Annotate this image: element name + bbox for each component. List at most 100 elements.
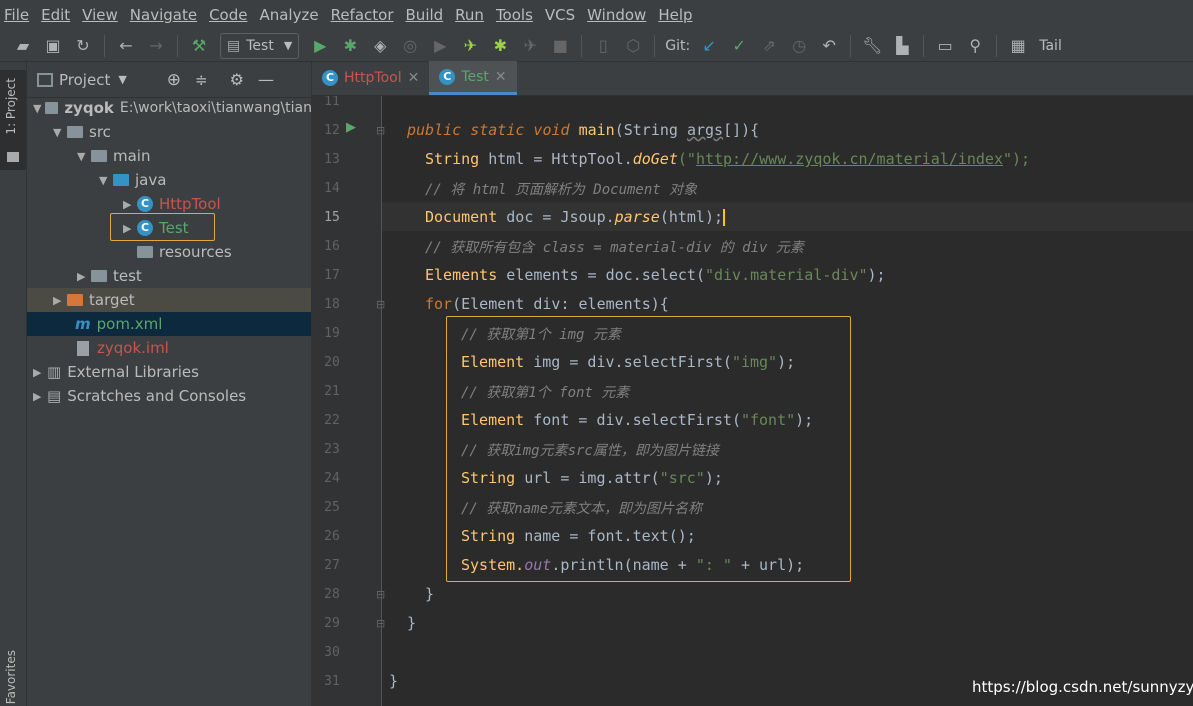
code-call: parse (614, 208, 660, 226)
git-history-icon[interactable]: ◷ (784, 33, 814, 59)
back-icon[interactable]: ← (111, 33, 141, 59)
fold-marker-icon[interactable]: ⊟ (376, 588, 385, 601)
git-rollback-icon[interactable]: ↶ (814, 33, 844, 59)
line-number: 27 (324, 558, 340, 573)
menu-run[interactable]: Run (455, 6, 484, 24)
line-number: 28 (324, 587, 340, 602)
jrebel-debug-icon[interactable]: ✱ (485, 33, 515, 59)
left-tool-strip: 1: Project Favorites (0, 62, 27, 706)
fold-marker-icon[interactable]: ⊟ (376, 617, 385, 630)
tree-item-resources[interactable]: resources (27, 240, 311, 264)
folder-icon (91, 270, 107, 282)
tree-item-scratches[interactable]: ▶ ▤ Scratches and Consoles (27, 384, 311, 408)
line-number: 18 (324, 297, 340, 312)
code-call: select (641, 266, 696, 284)
project-panel: Project ▼ ⊕ ≑ ⚙ — ▼ zyqok E:\work\taoxi\… (27, 62, 312, 706)
folder-icon (67, 126, 83, 138)
minimize-icon[interactable]: — (258, 70, 274, 89)
line-number: 29 (324, 616, 340, 631)
update-icon[interactable]: ▯ (588, 33, 618, 59)
tree-item-zyqok[interactable]: ▼ zyqok E:\work\taoxi\tianwang\tian (27, 96, 311, 120)
chevron-down-icon[interactable]: ▼ (118, 73, 126, 86)
tab-label: HttpTool (344, 70, 402, 86)
text-caret (723, 209, 726, 226)
menu-navigate[interactable]: Navigate (130, 6, 197, 24)
sync-icon[interactable]: ↻ (68, 33, 98, 59)
menu-help[interactable]: Help (658, 6, 692, 24)
close-icon[interactable]: ✕ (495, 69, 507, 85)
tree-item-iml[interactable]: zyqok.iml (27, 336, 311, 360)
code-line: Document doc = Jsoup.parse(html); (425, 208, 726, 226)
excluded-folder-icon (67, 294, 83, 306)
open-folder-icon[interactable]: ▰ (8, 33, 38, 59)
menu-edit[interactable]: Edit (41, 6, 70, 24)
menu-analyze[interactable]: Analyze (259, 6, 318, 24)
structure-icon[interactable]: ▦ (1003, 33, 1033, 59)
collapse-all-icon[interactable]: ≑ (195, 71, 208, 89)
project-tool-tab[interactable]: 1: Project (0, 70, 26, 170)
line-number: 22 (324, 413, 340, 428)
menu-tools[interactable]: Tools (496, 6, 533, 24)
search-icon[interactable]: ⚲ (960, 33, 990, 59)
tree-item-pom[interactable]: m pom.xml (27, 312, 311, 336)
coverage-icon[interactable]: ◈ (365, 33, 395, 59)
run-configuration-select[interactable]: ▤ Test ▼ (220, 32, 300, 59)
menu-view[interactable]: View (82, 6, 118, 24)
menu-vcs[interactable]: VCS (545, 6, 575, 24)
close-icon[interactable]: ✕ (408, 70, 420, 86)
tail-button[interactable]: Tail (1039, 38, 1062, 54)
tab-test[interactable]: C Test ✕ (429, 61, 517, 95)
tree-item-java[interactable]: ▼ java (27, 168, 311, 192)
jrebel-run-icon[interactable]: ✈ (455, 33, 485, 59)
debug-icon[interactable]: ✱ (335, 33, 365, 59)
tree-item-external-libraries[interactable]: ▶ ▥ External Libraries (27, 360, 311, 384)
tree-item-main[interactable]: ▼ main (27, 144, 311, 168)
git-push-icon[interactable]: ⇗ (754, 33, 784, 59)
attach-icon[interactable]: ⬡ (618, 33, 648, 59)
build-hammer-icon[interactable]: ⚒ (184, 33, 214, 59)
menu-build[interactable]: Build (406, 6, 444, 24)
locate-icon[interactable]: ⊕ (167, 70, 181, 90)
menu-file[interactable]: File (4, 6, 29, 24)
save-icon[interactable]: ▣ (38, 33, 68, 59)
line-number: 26 (324, 529, 340, 544)
menu-refactor[interactable]: Refactor (331, 6, 394, 24)
run-icon[interactable]: ▶ (305, 33, 335, 59)
jrebel-inactive-icon[interactable]: ✈ (515, 33, 545, 59)
terminal-icon[interactable]: ▭ (930, 33, 960, 59)
forward-icon[interactable]: → (141, 33, 171, 59)
tree-item-label: HttpTool (159, 195, 221, 213)
tree-item-src[interactable]: ▼ src (27, 120, 311, 144)
code-text: ( (695, 266, 705, 284)
settings-wrench-icon[interactable]: 🔧︎ (857, 33, 887, 59)
stop-icon[interactable]: ■ (545, 33, 575, 59)
git-commit-icon[interactable]: ✓ (724, 33, 754, 59)
tree-item-target[interactable]: ▶ target (27, 288, 311, 312)
toolbar-separator (996, 34, 998, 57)
tree-item-test-folder[interactable]: ▶ test (27, 264, 311, 288)
code-type: String (425, 150, 480, 168)
code-type: Document (425, 208, 498, 226)
favorites-tool-label[interactable]: Favorites (4, 650, 18, 704)
run-disabled-icon[interactable]: ▶ (425, 33, 455, 59)
fold-marker-icon[interactable]: ⊟ (376, 124, 385, 137)
code-url-link[interactable]: http://www.zyqok.cn/material/index (696, 150, 1003, 168)
expand-right-icon: ▶ (123, 197, 132, 211)
menu-window[interactable]: Window (587, 6, 646, 24)
iml-file-icon (77, 340, 89, 356)
tab-httptool[interactable]: C HttpTool ✕ (312, 61, 429, 95)
gear-icon[interactable]: ⚙ (230, 70, 244, 89)
chevron-down-icon: ▼ (283, 39, 293, 52)
toolbar-separator (850, 34, 852, 57)
project-view-title[interactable]: Project (59, 71, 110, 89)
code-text: (html); (659, 208, 724, 226)
code-string: "div.material-div" (704, 266, 868, 284)
line-number: 23 (324, 442, 340, 457)
expand-right-icon: ▶ (53, 293, 62, 307)
menu-code[interactable]: Code (209, 6, 247, 24)
code-method-name: main (578, 121, 615, 139)
project-structure-icon[interactable]: ▙ (887, 33, 917, 59)
fold-marker-icon[interactable]: ⊟ (376, 298, 385, 311)
profile-icon[interactable]: ◎ (395, 33, 425, 59)
git-update-icon[interactable]: ↙ (694, 33, 724, 59)
